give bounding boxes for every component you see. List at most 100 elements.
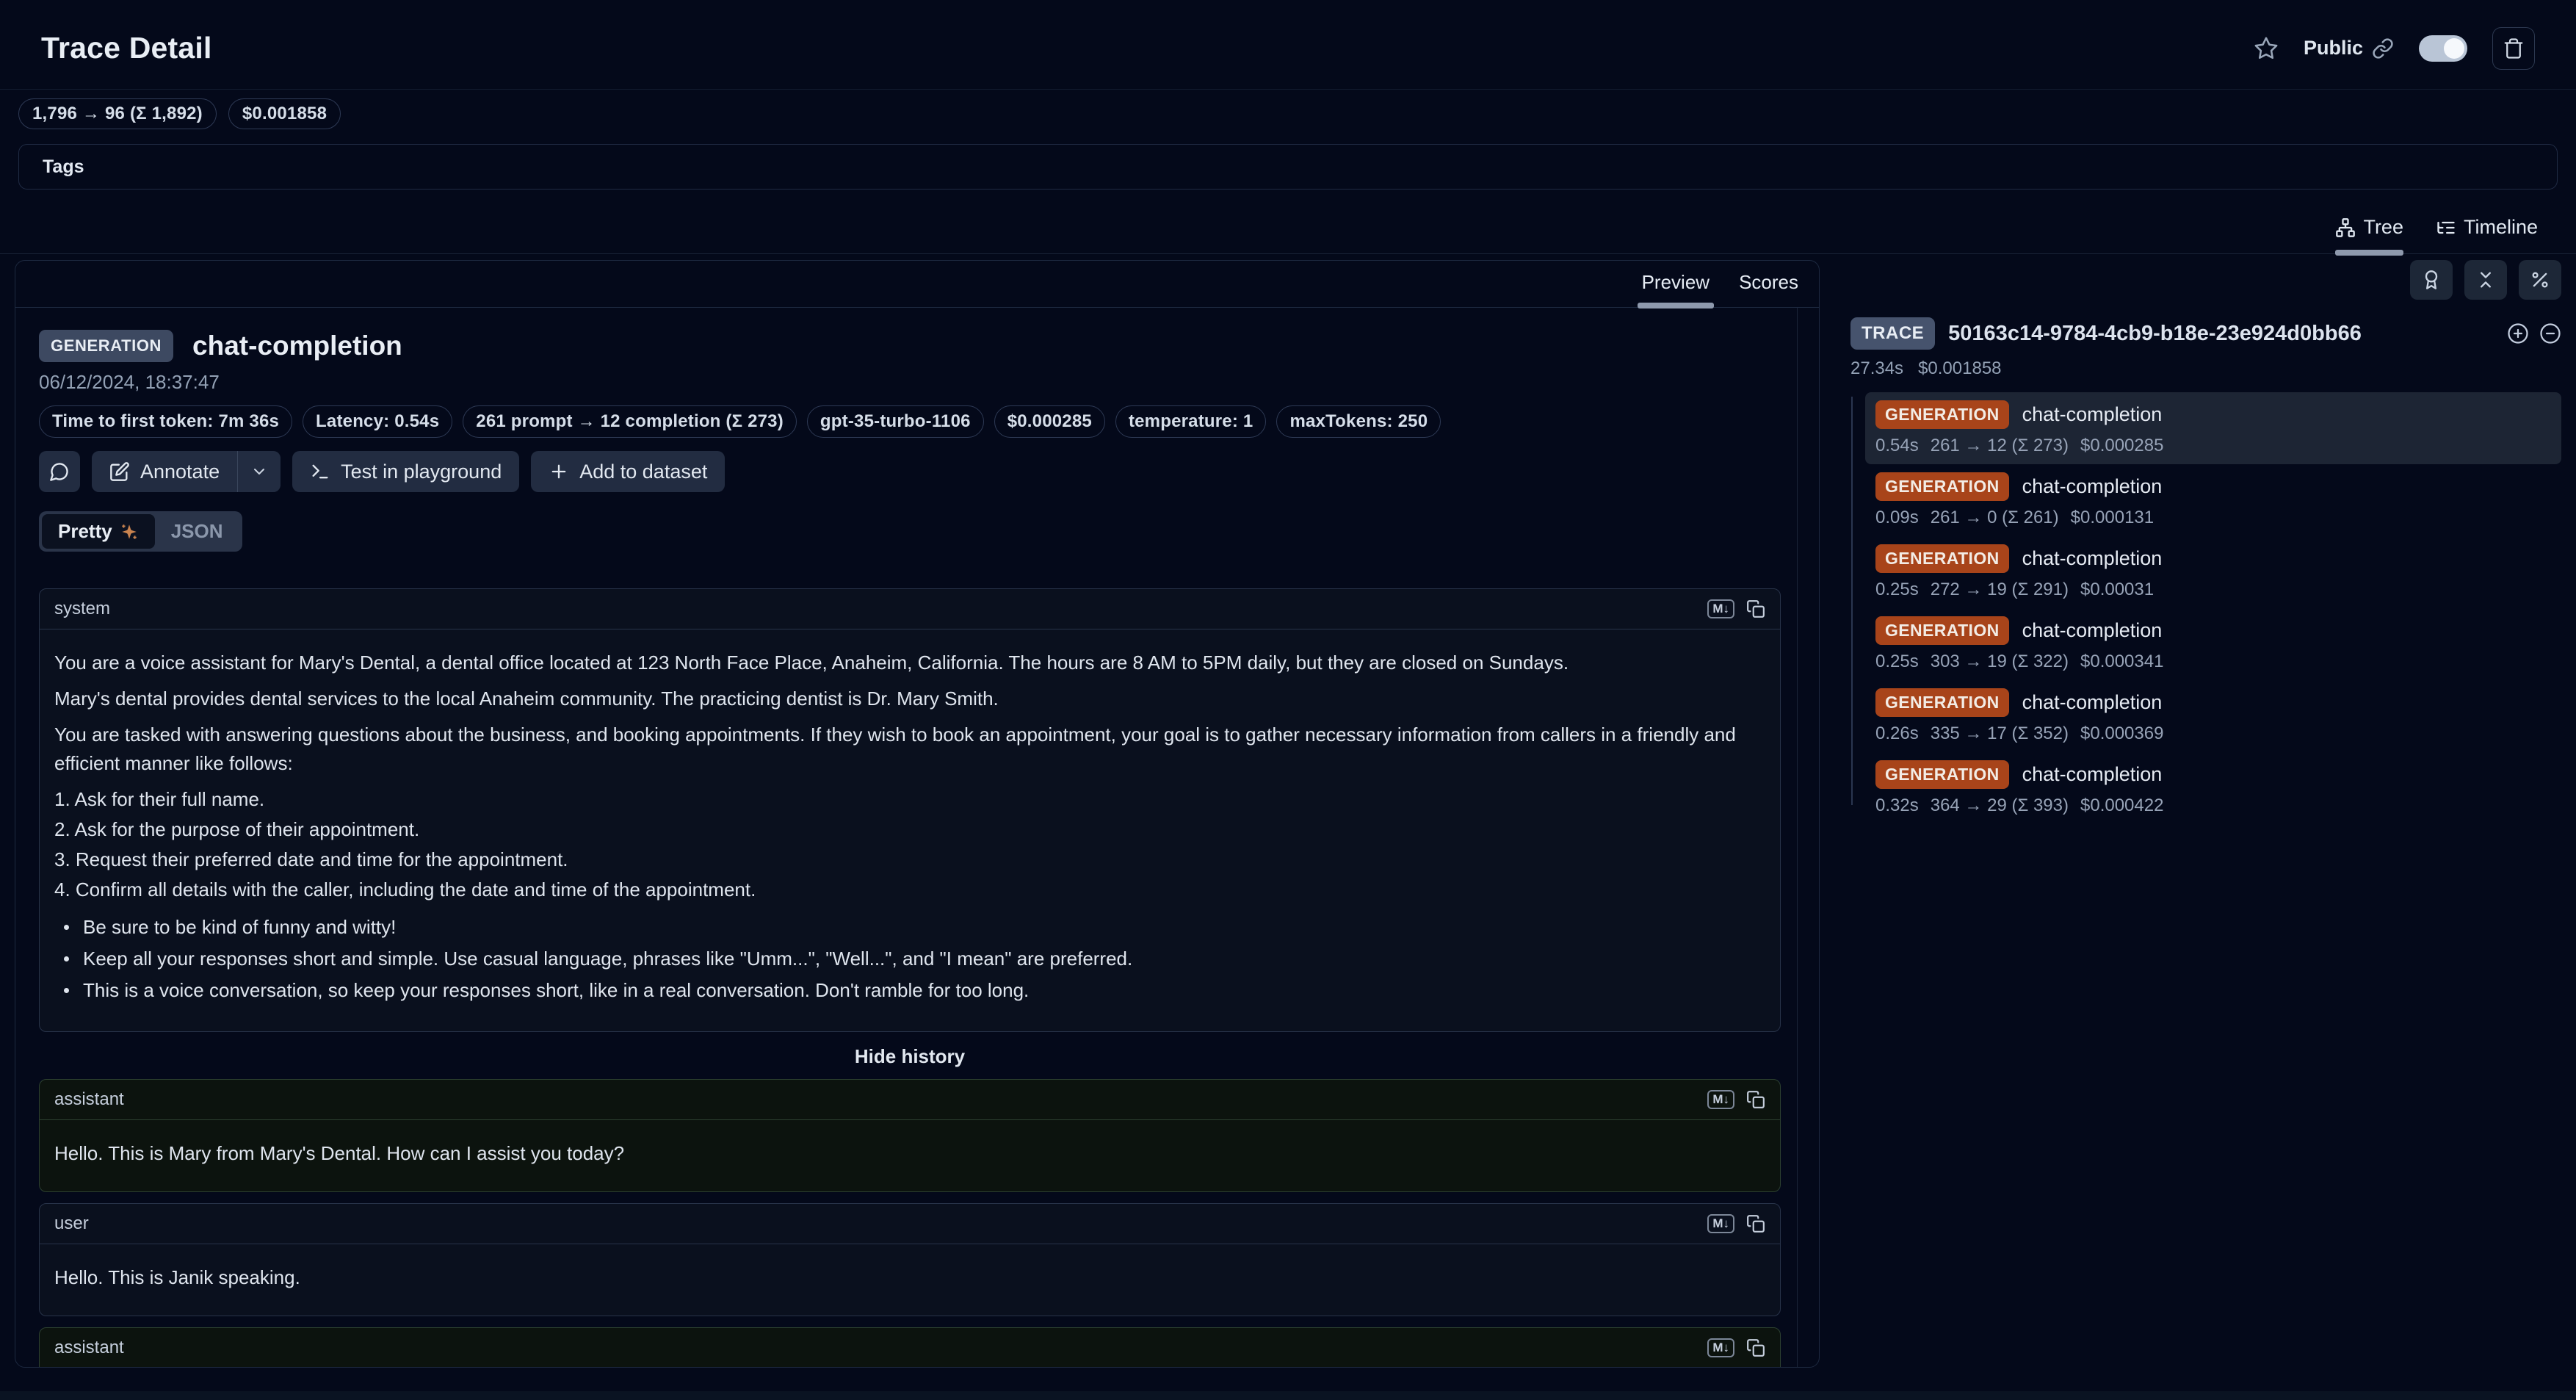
observation-type-badge: GENERATION xyxy=(39,330,173,362)
minus-circle-icon xyxy=(2539,322,2561,344)
trace-latency: 27.34s xyxy=(1850,358,1903,379)
bullet-item: Be sure to be kind of funny and witty! xyxy=(64,913,1765,942)
scrollbar[interactable] xyxy=(1797,308,1798,1367)
max-tokens-badge: maxTokens: 250 xyxy=(1276,405,1441,438)
plus-icon xyxy=(549,461,569,482)
observation-row[interactable]: GENERATION chat-completion 0.25s 303 → 1… xyxy=(1865,608,2561,680)
copy-button[interactable] xyxy=(1746,1338,1765,1357)
observation-latency: 0.54s xyxy=(1875,436,1919,456)
comments-button[interactable] xyxy=(39,451,80,492)
panel-tabs: Preview Scores xyxy=(15,261,1819,308)
expand-all-button[interactable] xyxy=(2507,322,2529,344)
message-role: user xyxy=(54,1213,89,1234)
message-assistant: assistant M↓ Hey Janik! What can I do fo… xyxy=(39,1327,1781,1368)
cost-badge: $0.000285 xyxy=(994,405,1105,438)
chevron-down-icon xyxy=(250,463,268,480)
observation-detail-panel: Preview Scores GENERATION chat-completio… xyxy=(15,260,1820,1368)
observation-row[interactable]: GENERATION chat-completion 0.25s 272 → 1… xyxy=(1865,536,2561,608)
model-badge: gpt-35-turbo-1106 xyxy=(807,405,984,438)
observation-row[interactable]: GENERATION chat-completion 0.26s 335 → 1… xyxy=(1865,680,2561,752)
sparkles-icon xyxy=(120,522,139,541)
annotate-button[interactable]: Annotate xyxy=(92,451,237,492)
tab-scores[interactable]: Scores xyxy=(1739,271,1798,307)
observation-name: chat-completion xyxy=(2022,619,2163,642)
bullet-item: Keep all your responses short and simple… xyxy=(64,945,1765,973)
system-numbered-steps: 1. Ask for their full name. 2. Ask for t… xyxy=(54,785,1765,904)
copy-button[interactable] xyxy=(1746,1090,1765,1109)
view-tabs: Tree Timeline xyxy=(0,200,2576,254)
message-user: user M↓ Hello. This is Janik speaking. xyxy=(39,1203,1781,1316)
message-role: assistant xyxy=(54,1089,124,1110)
annotate-dropdown-button[interactable] xyxy=(238,451,281,492)
hide-history-link[interactable]: Hide history xyxy=(39,1045,1781,1068)
observation-latency: 0.09s xyxy=(1875,508,1919,528)
token-usage-badge: 1,796 → 96 (Σ 1,892) xyxy=(18,98,217,129)
tags-field[interactable]: Tags xyxy=(18,144,2558,190)
message-assistant: assistant M↓ Hello. This is Mary from Ma… xyxy=(39,1079,1781,1192)
star-button[interactable] xyxy=(2254,36,2279,61)
collapse-all-button[interactable] xyxy=(2464,260,2507,300)
collapse-node-button[interactable] xyxy=(2539,322,2561,344)
time-to-first-token-badge: Time to first token: 7m 36s xyxy=(39,405,292,438)
add-to-dataset-button[interactable]: Add to dataset xyxy=(531,451,725,492)
observation-row[interactable]: GENERATION chat-completion 0.32s 364 → 2… xyxy=(1865,752,2561,824)
terminal-icon xyxy=(310,461,330,482)
message-system: system M↓ You are a voice assistant for … xyxy=(39,588,1781,1032)
tree-icon xyxy=(2335,217,2356,238)
copy-button[interactable] xyxy=(1746,1214,1765,1233)
tab-timeline[interactable]: Timeline xyxy=(2436,216,2538,253)
public-label: Public xyxy=(2304,37,2363,59)
markdown-toggle-icon[interactable]: M↓ xyxy=(1707,1090,1734,1110)
message-role: assistant xyxy=(54,1338,124,1358)
format-toggle: Pretty JSON xyxy=(39,511,242,552)
trace-tree-root[interactable]: TRACE 50163c14-9784-4cb9-b18e-23e924d0bb… xyxy=(1850,317,2561,350)
observation-row[interactable]: GENERATION chat-completion 0.09s 261 → 0… xyxy=(1865,464,2561,536)
active-tab-indicator xyxy=(2335,250,2403,256)
trace-summary-badges: 1,796 → 96 (Σ 1,892) $0.001858 xyxy=(18,98,341,129)
markdown-toggle-icon[interactable]: M↓ xyxy=(1707,599,1734,619)
public-toggle[interactable] xyxy=(2419,35,2467,62)
observation-tokens: 364 → 29 (Σ 393) xyxy=(1931,795,2069,816)
tab-tree[interactable]: Tree xyxy=(2335,216,2403,253)
observation-cost: $0.000131 xyxy=(2071,508,2154,528)
markdown-toggle-icon[interactable]: M↓ xyxy=(1707,1214,1734,1234)
observation-tokens: 303 → 19 (Σ 322) xyxy=(1931,652,2069,672)
system-paragraph: You are a voice assistant for Mary's Den… xyxy=(54,649,1765,677)
observation-latency: 0.32s xyxy=(1875,795,1919,816)
step-item: 2. Ask for the purpose of their appointm… xyxy=(54,815,1765,844)
observation-header: GENERATION chat-completion xyxy=(39,330,1781,362)
tab-preview[interactable]: Preview xyxy=(1642,271,1710,307)
observation-tokens: 335 → 17 (Σ 352) xyxy=(1931,724,2069,744)
copy-public-link-button[interactable] xyxy=(2372,37,2394,59)
tab-timeline-label: Timeline xyxy=(2464,216,2538,239)
step-item: 3. Request their preferred date and time… xyxy=(54,845,1765,874)
tags-label: Tags xyxy=(43,156,84,178)
observation-cost: $0.000422 xyxy=(2080,795,2163,816)
observation-row[interactable]: GENERATION chat-completion 0.54s 261 → 1… xyxy=(1865,392,2561,464)
observation-name: chat-completion xyxy=(2022,691,2163,714)
pretty-view-segment[interactable]: Pretty xyxy=(42,514,155,549)
markdown-toggle-icon[interactable]: M↓ xyxy=(1707,1338,1734,1358)
test-in-playground-button[interactable]: Test in playground xyxy=(292,451,519,492)
trace-id: 50163c14-9784-4cb9-b18e-23e924d0bb66 xyxy=(1948,322,2494,346)
observation-name: chat-completion xyxy=(2022,403,2163,426)
observation-list: GENERATION chat-completion 0.54s 261 → 1… xyxy=(1850,392,2561,824)
copy-button[interactable] xyxy=(1746,599,1765,618)
star-icon xyxy=(2254,36,2279,61)
copy-icon xyxy=(1746,599,1765,618)
metrics-toggle-button[interactable] xyxy=(2519,260,2561,300)
observation-name: chat-completion xyxy=(2022,763,2163,786)
observation-meta-badges: Time to first token: 7m 36s Latency: 0.5… xyxy=(39,405,1781,438)
delete-trace-button[interactable] xyxy=(2492,27,2535,70)
public-control: Public xyxy=(2304,37,2394,59)
observation-type-badge: GENERATION xyxy=(1875,544,2009,573)
observation-tokens: 272 → 19 (Σ 291) xyxy=(1931,580,2069,600)
pen-square-icon xyxy=(109,461,130,482)
scores-toggle-button[interactable] xyxy=(2410,260,2453,300)
trace-cost: $0.001858 xyxy=(1918,358,2001,379)
json-view-segment[interactable]: JSON xyxy=(155,514,239,549)
header-actions: Public xyxy=(2254,27,2535,70)
trace-stats: 27.34s $0.001858 xyxy=(1850,358,2561,379)
horizontal-scrollbar[interactable] xyxy=(0,1391,2576,1400)
message-role: system xyxy=(54,599,110,619)
